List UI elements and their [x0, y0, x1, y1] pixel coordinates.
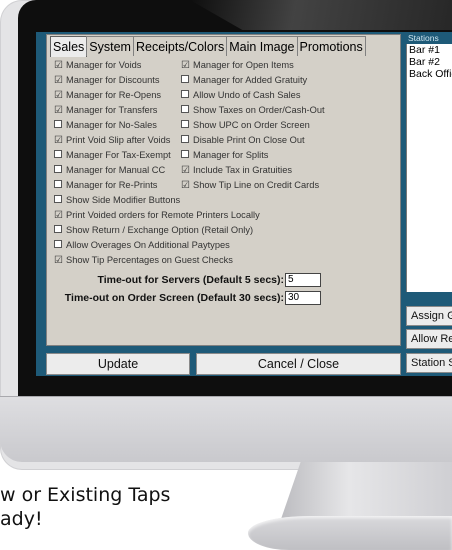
monitor-stand-base [248, 516, 452, 550]
option-manager-nosales[interactable]: Manager for No-Sales [54, 119, 157, 131]
checkbox[interactable] [54, 60, 62, 70]
checkbox[interactable] [181, 180, 189, 190]
tab-receipts-colors[interactable]: Receipts/Colors [132, 36, 228, 56]
option-print-voided-remote[interactable]: Print Voided orders for Remote Printers … [54, 209, 260, 221]
checkbox[interactable] [54, 165, 62, 175]
monitor-chin [0, 396, 452, 462]
checkbox[interactable] [181, 90, 189, 100]
option-disable-print-close[interactable]: Disable Print On Close Out [181, 134, 305, 146]
update-button[interactable]: Update [46, 353, 190, 375]
timeout-servers-label: Time-out for Servers (Default 5 secs): [97, 274, 284, 286]
option-manager-discounts[interactable]: Manager for Discounts [54, 74, 160, 86]
checkbox[interactable] [181, 120, 189, 130]
option-tip-percentages[interactable]: Show Tip Percentages on Guest Checks [54, 254, 233, 266]
assign-button[interactable]: Assign G [406, 306, 452, 326]
checkbox[interactable] [54, 225, 62, 235]
option-manager-tax-exempt[interactable]: Manager For Tax-Exempt [54, 149, 171, 161]
checkbox[interactable] [181, 60, 189, 70]
option-manager-reopens[interactable]: Manager for Re-Opens [54, 89, 161, 101]
tab-system[interactable]: System [86, 36, 134, 56]
checkbox[interactable] [181, 105, 189, 115]
option-allow-overages[interactable]: Allow Overages On Additional Paytypes [54, 239, 230, 251]
option-show-tip-line[interactable]: Show Tip Line on Credit Cards [181, 179, 319, 191]
checkbox[interactable] [181, 135, 189, 145]
option-return-exchange[interactable]: Show Return / Exchange Option (Retail On… [54, 224, 253, 236]
option-manager-manual-cc[interactable]: Manager for Manual CC [54, 164, 165, 176]
checkbox[interactable] [181, 150, 189, 160]
timeout-order-screen-input[interactable]: 30 [285, 291, 321, 305]
monitor-stand-neck [280, 462, 452, 522]
cancel-close-button[interactable]: Cancel / Close [196, 353, 401, 375]
allow-remote-button[interactable]: Allow Remot [406, 329, 452, 349]
settings-window: Sales System Receipts/Colors Main Image … [36, 32, 452, 376]
tab-promotions[interactable]: Promotions [296, 36, 366, 56]
caption-line-1: w or Existing Taps [0, 484, 171, 506]
checkbox[interactable] [54, 210, 62, 220]
checkbox[interactable] [54, 105, 62, 115]
tab-main-image[interactable]: Main Image [226, 36, 298, 56]
tab-bar: Sales System Receipts/Colors Main Image … [50, 36, 366, 57]
option-allow-undo-cash[interactable]: Allow Undo of Cash Sales [181, 89, 301, 101]
timeout-servers-input[interactable]: 5 [285, 273, 321, 287]
checkbox[interactable] [54, 180, 62, 190]
checkbox[interactable] [54, 120, 62, 130]
station-settings-button[interactable]: Station S [406, 353, 452, 373]
checkbox[interactable] [54, 75, 62, 85]
checkbox[interactable] [181, 75, 189, 85]
option-manager-added-gratuity[interactable]: Manager for Added Gratuity [181, 74, 307, 86]
option-show-taxes[interactable]: Show Taxes on Order/Cash-Out [181, 104, 325, 116]
stations-list[interactable]: Bar #1 Bar #2 Back Office [406, 44, 452, 292]
station-item[interactable]: Back Office [407, 68, 452, 80]
checkbox[interactable] [54, 240, 62, 250]
option-manager-open-items[interactable]: Manager for Open Items [181, 59, 294, 71]
timeout-order-screen-label: Time-out on Order Screen (Default 30 sec… [64, 292, 284, 304]
option-show-upc[interactable]: Show UPC on Order Screen [181, 119, 310, 131]
option-side-modifier-buttons[interactable]: Show Side Modifier Buttons [54, 194, 180, 206]
option-manager-splits[interactable]: Manager for Splits [181, 149, 268, 161]
station-item[interactable]: Bar #2 [407, 56, 452, 68]
checkbox[interactable] [54, 150, 62, 160]
checkbox[interactable] [54, 135, 62, 145]
checkbox[interactable] [54, 90, 62, 100]
checkbox[interactable] [181, 165, 189, 175]
tab-sales[interactable]: Sales [50, 36, 88, 57]
caption-line-2: ady! [0, 508, 43, 530]
checkbox[interactable] [54, 195, 62, 205]
station-item[interactable]: Bar #1 [407, 44, 452, 56]
checkbox[interactable] [54, 255, 62, 265]
option-include-tax-gratuities[interactable]: Include Tax in Gratuities [181, 164, 292, 176]
option-manager-reprints[interactable]: Manager for Re-Prints [54, 179, 157, 191]
option-manager-transfers[interactable]: Manager for Transfers [54, 104, 157, 116]
option-print-void-slip[interactable]: Print Void Slip after Voids [54, 134, 170, 146]
stations-header: Stations [406, 32, 452, 44]
option-manager-voids[interactable]: Manager for Voids [54, 59, 141, 71]
